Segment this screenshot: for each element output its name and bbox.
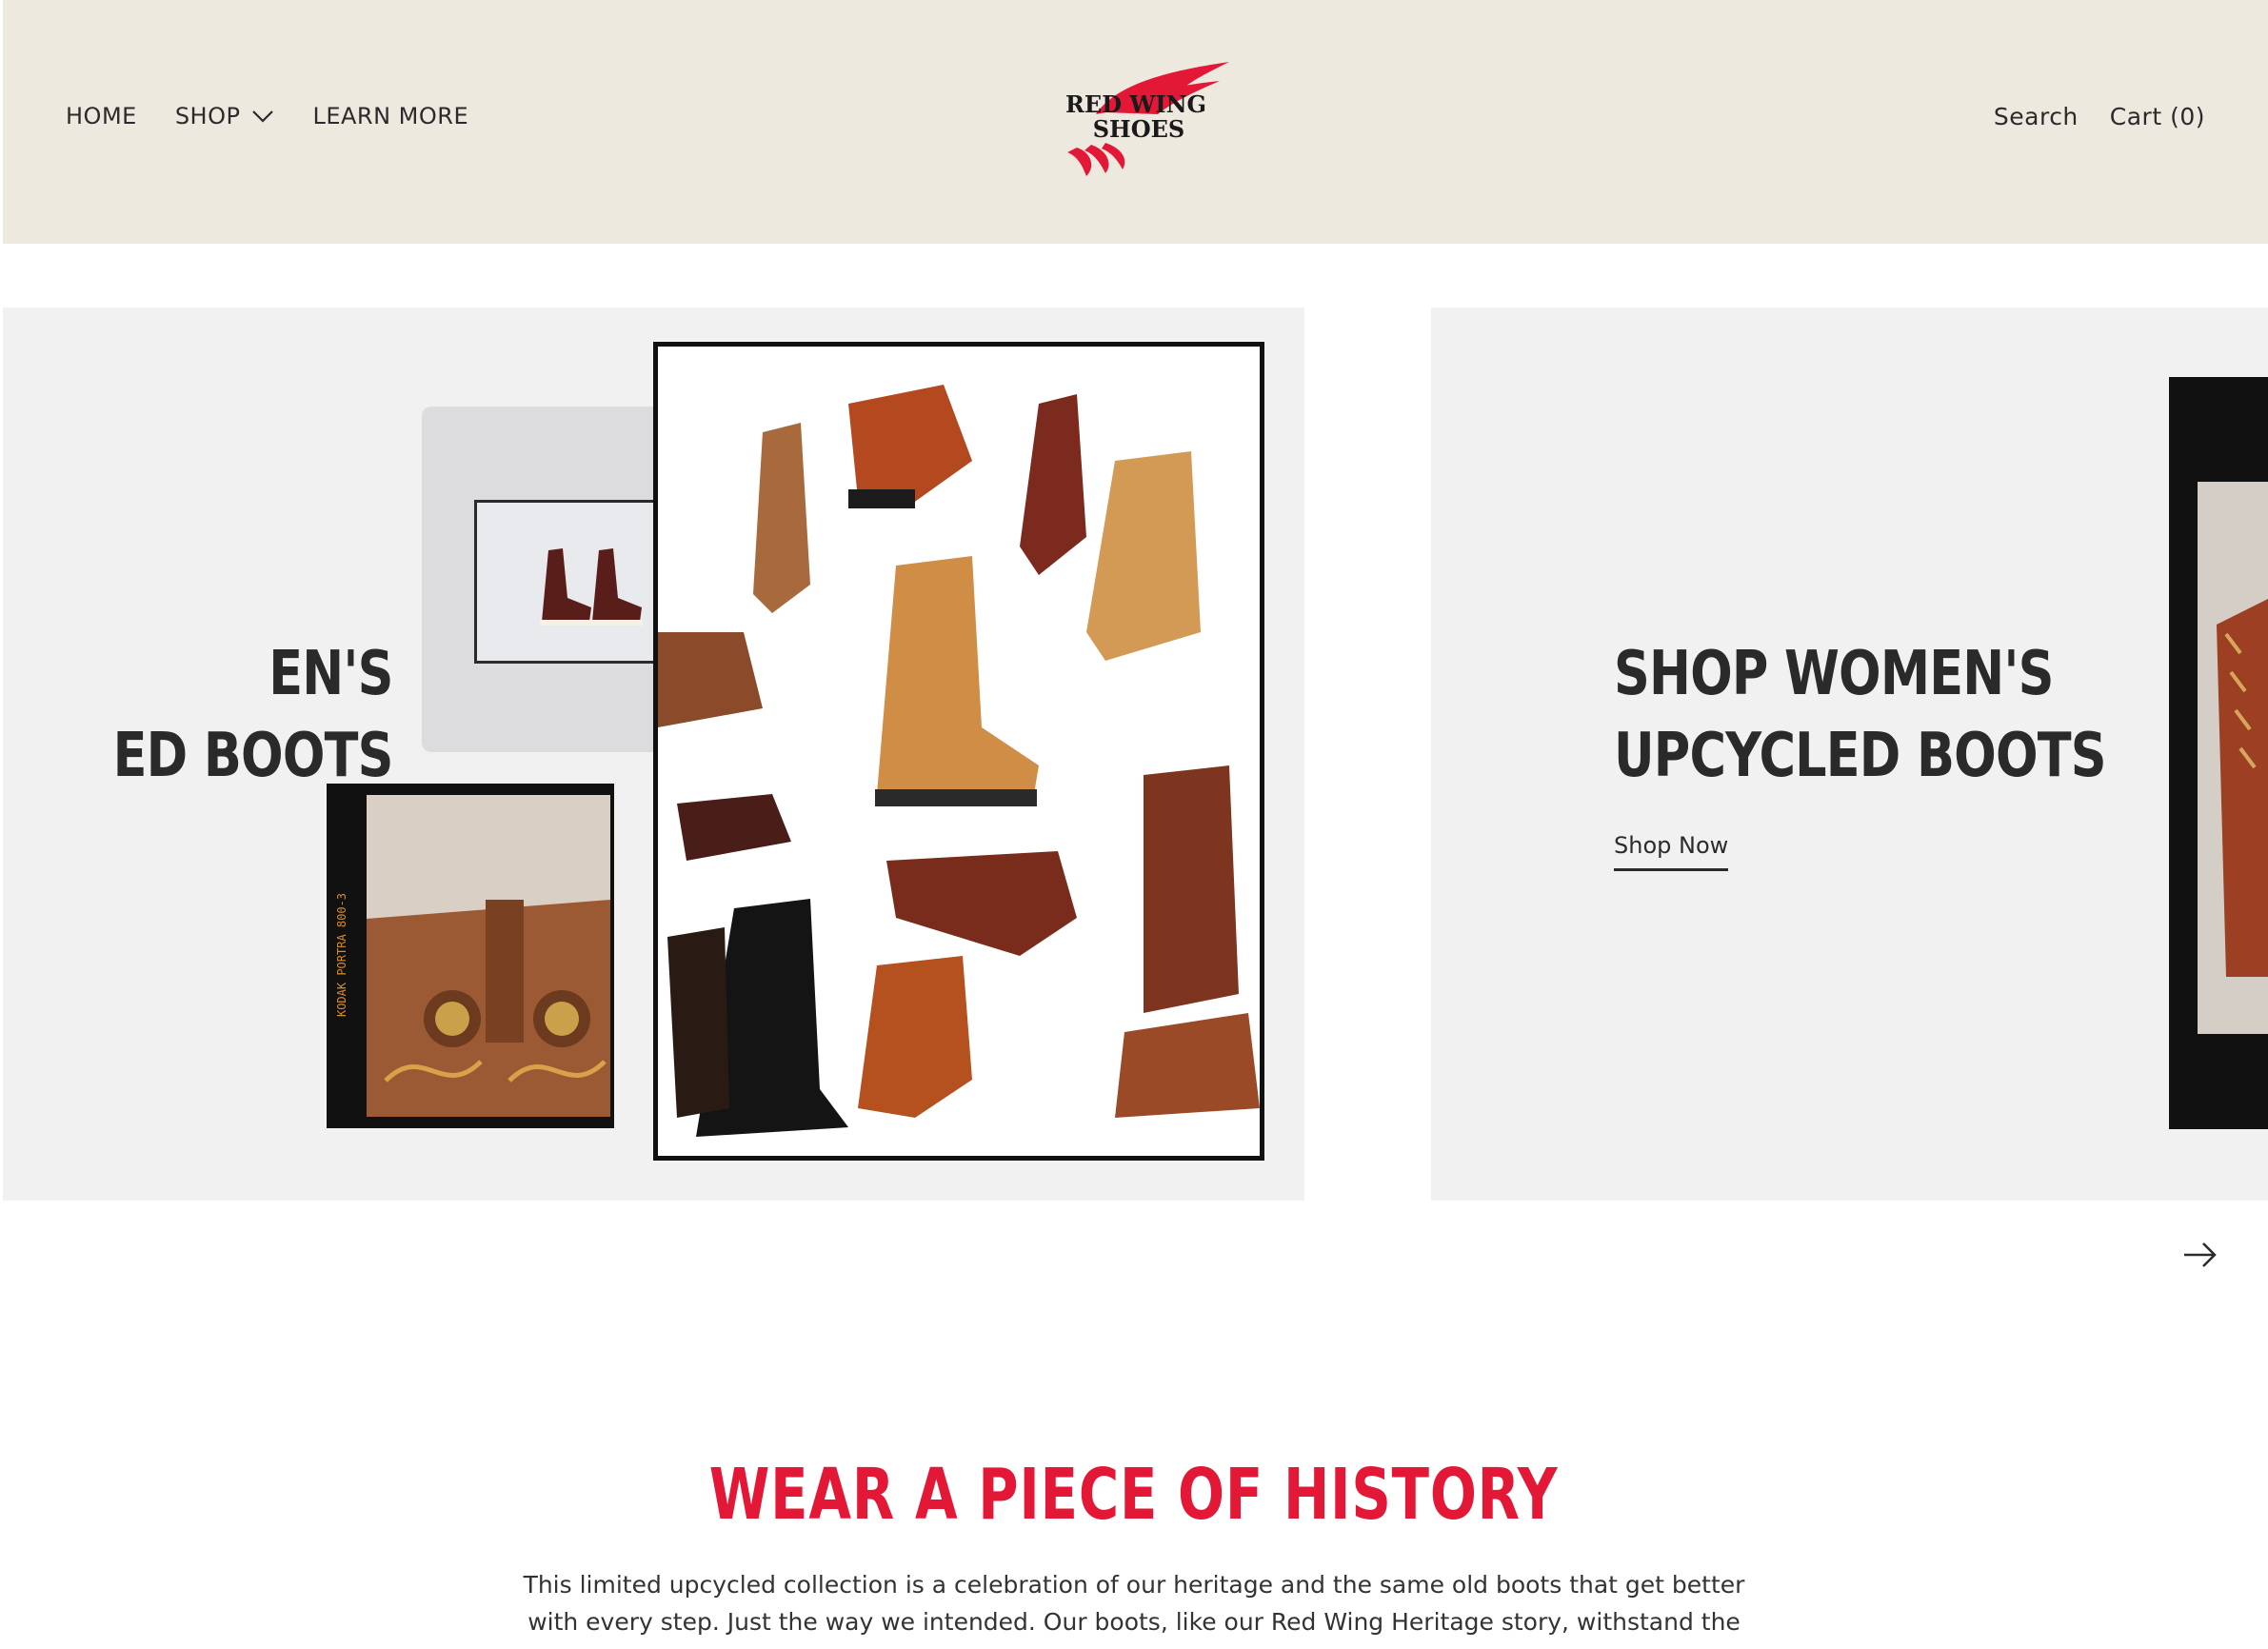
utility-nav: Search Cart (0) [1994, 103, 2205, 130]
carousel-slide-current[interactable]: SHOP WOMEN'S UPCYCLED BOOTS Shop Now [1431, 308, 2268, 1201]
slide-heading-line2: UPCYCLED BOOTS [1614, 721, 2107, 791]
site-header: HOME SHOP LEARN MORE RED WING SHOES Sear… [3, 0, 2268, 244]
search-link[interactable]: Search [1994, 103, 2079, 130]
svg-text:SHOES: SHOES [1093, 115, 1185, 143]
nav-learn-more-link[interactable]: LEARN MORE [312, 103, 468, 129]
main-nav: HOME SHOP LEARN MORE [66, 103, 468, 129]
chevron-down-icon [251, 109, 274, 123]
nav-home-label: HOME [66, 103, 137, 129]
red-wing-logo[interactable]: RED WING SHOES [1039, 57, 1239, 181]
carousel-next-arrow-icon[interactable] [2180, 1236, 2218, 1274]
film-strip-photo: KODAK PORTRA 800-3 [327, 784, 614, 1128]
cart-link[interactable]: Cart (0) [2110, 103, 2205, 130]
slide-heading-line1: SHOP WOMEN'S [1614, 639, 2054, 709]
slide-heading-line1: EN'S [269, 639, 393, 709]
nav-shop-dropdown[interactable]: SHOP [175, 103, 275, 129]
boots-collage-photo [653, 342, 1264, 1161]
svg-text:KODAK PORTRA 800-3: KODAK PORTRA 800-3 [335, 893, 348, 1017]
story-title: WEAR A PIECE OF HISTORY [0, 1454, 2268, 1536]
nav-shop-label: SHOP [174, 103, 241, 129]
carousel-slide-previous[interactable]: EN'S ED BOOTS 15 [3, 308, 1304, 1201]
wing-logo-icon: RED WING SHOES [1065, 62, 1229, 176]
svg-text:RED WING: RED WING [1065, 90, 1206, 118]
story-body: This limited upcycled collection is a ce… [523, 1571, 1745, 1636]
story-title-text: WEAR A PIECE OF HISTORY [709, 1454, 1559, 1536]
nav-learn-more-label: LEARN MORE [312, 103, 469, 129]
slide-heading: SHOP WOMEN'S UPCYCLED BOOTS [1614, 633, 2214, 797]
shop-now-link[interactable]: Shop Now [1614, 832, 1729, 871]
film-strip-photo [2169, 377, 2268, 1129]
nav-home-link[interactable]: HOME [66, 103, 137, 129]
